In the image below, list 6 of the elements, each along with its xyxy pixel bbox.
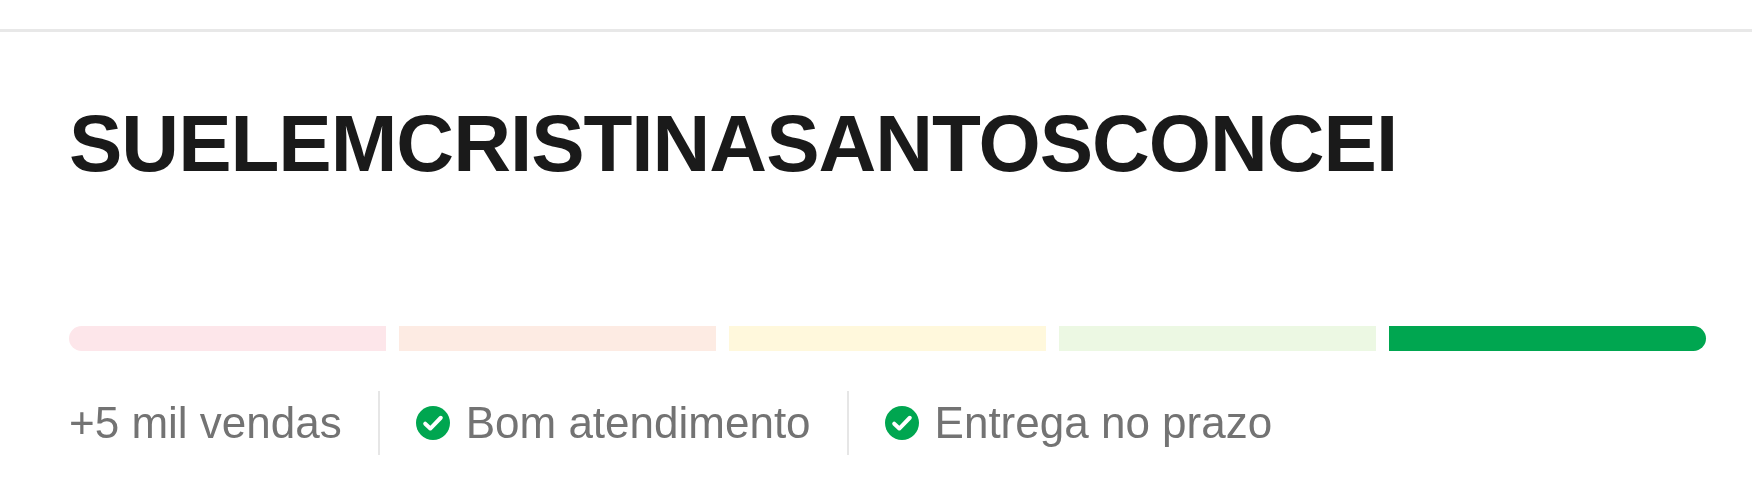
- stat-label: Bom atendimento: [465, 398, 811, 448]
- check-icon: [415, 406, 450, 440]
- stat-label: +5 mil vendas: [69, 398, 342, 448]
- seller-name: SUELEMCRISTINASANTOSCONCEI: [69, 104, 1399, 184]
- check-icon: [884, 406, 919, 440]
- stat-label: Entrega no prazo: [934, 398, 1273, 448]
